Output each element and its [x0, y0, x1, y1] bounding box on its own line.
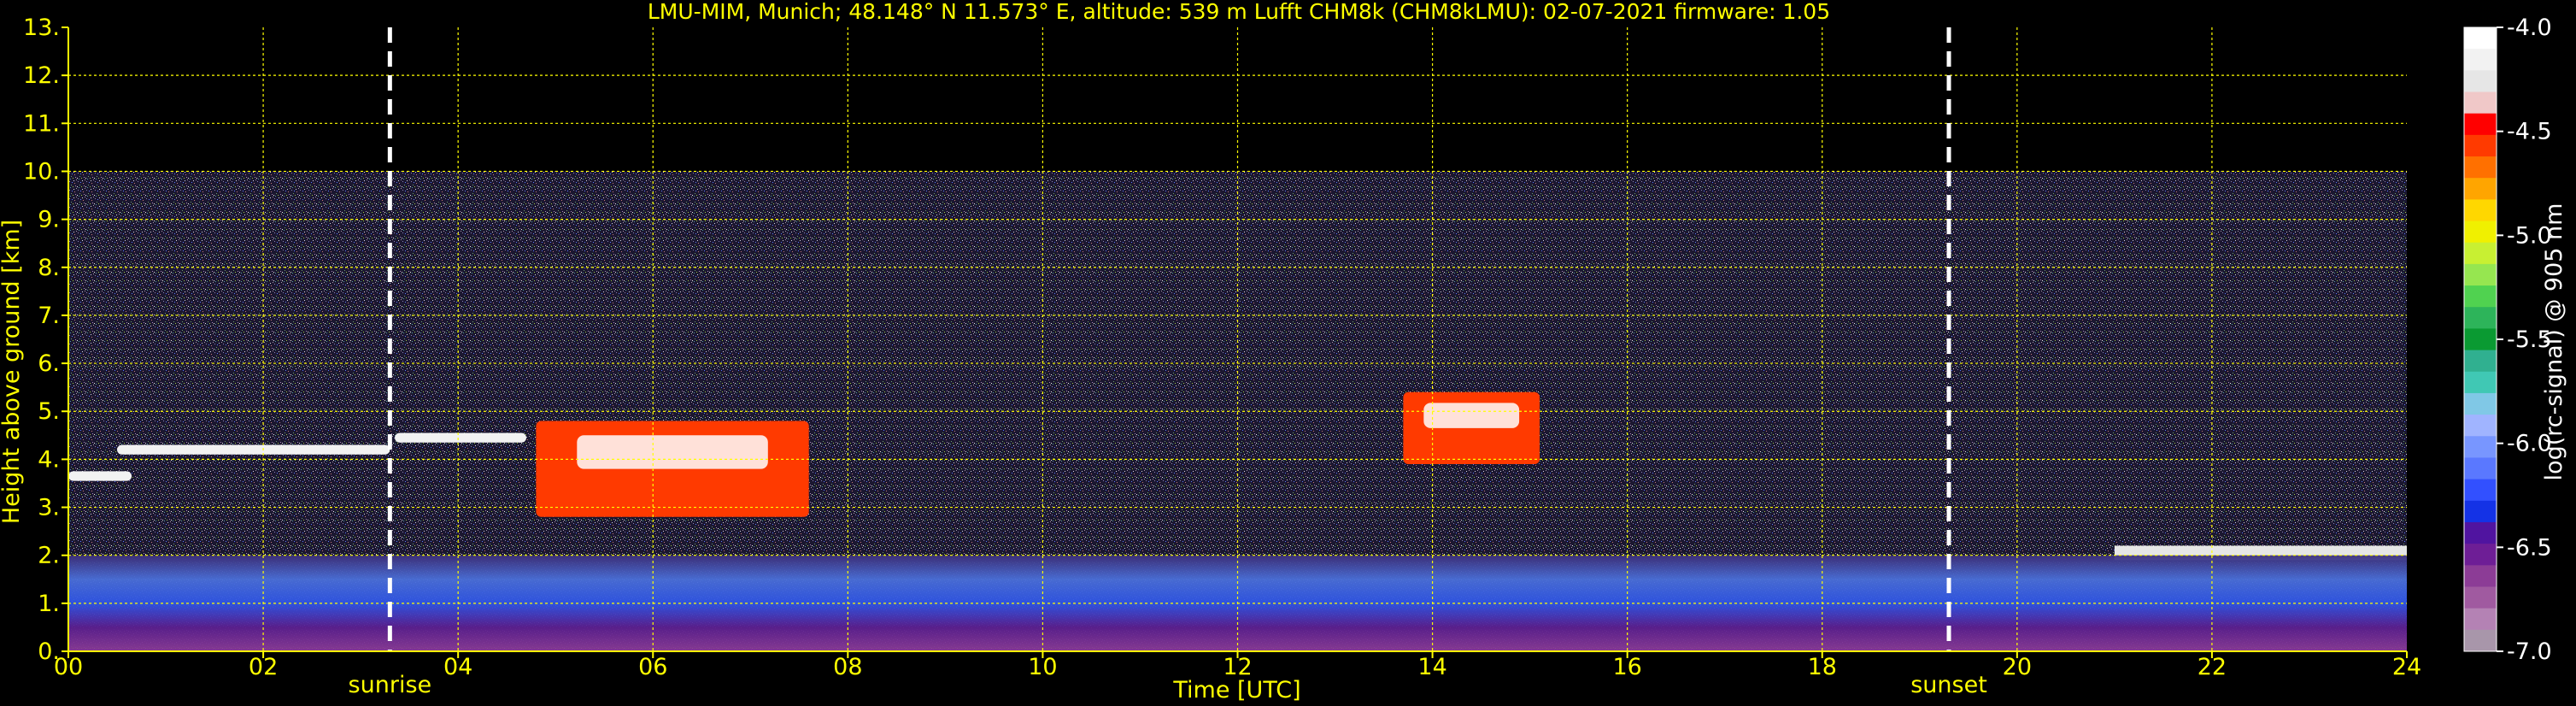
colorbar-segment	[2464, 307, 2497, 329]
x-tick-label: 16	[1612, 654, 1641, 680]
x-tick-label: 06	[638, 654, 667, 680]
x-tick-label: 20	[2003, 654, 2032, 680]
layer-cloud-2	[395, 432, 526, 443]
colorbar-segment	[2464, 199, 2497, 222]
layer-cloud-core-4	[1423, 403, 1520, 428]
y-tick-label: 0.	[38, 638, 60, 665]
ceilometer-chart: sunrise sunset 00 02 04 06 08 10 12 14 16 18 20 22 24…	[0, 0, 2567, 703]
colorbar-segment	[2464, 544, 2497, 566]
colorbar-segment	[2464, 415, 2497, 437]
y-tick-label: 10.	[23, 158, 60, 185]
y-tick-label: 6.	[38, 350, 60, 377]
colorbar-segment	[2464, 350, 2497, 373]
colorbar: -4.0-4.5-5.0-5.5-6.0-6.5-7.0	[2463, 15, 2552, 665]
x-tick-label: 02	[249, 654, 278, 680]
colorbar-segment	[2464, 371, 2497, 394]
y-axis-label: Height above ground [km]	[0, 220, 25, 524]
x-tick-label: 22	[2198, 654, 2227, 680]
marker-label-sunrise: sunrise	[349, 672, 432, 698]
x-tick-label: 18	[1808, 654, 1837, 680]
colorbar-segment	[2464, 328, 2497, 351]
x-tick-label: 04	[443, 654, 472, 680]
colorbar-segment	[2464, 156, 2497, 179]
y-tick-label: 3.	[38, 495, 60, 521]
y-tick-label: 4.	[38, 446, 60, 473]
colorbar-segment	[2464, 113, 2497, 136]
colorbar-segment	[2464, 134, 2497, 157]
y-tick-label: 8.	[38, 255, 60, 281]
colorbar-segment	[2464, 285, 2497, 308]
colorbar-segment	[2464, 608, 2497, 631]
y-tick-label: 9.	[38, 207, 60, 233]
y-tick-label: 12.	[23, 62, 60, 89]
x-tick-label: 08	[833, 654, 862, 680]
colorbar-segment	[2464, 586, 2497, 609]
colorbar-segment	[2464, 221, 2497, 244]
x-tick-label: 24	[2392, 654, 2421, 680]
layer-cloud-1	[117, 444, 390, 455]
colorbar-segment	[2464, 392, 2497, 415]
colorbar-segment	[2464, 49, 2497, 71]
colorbar-label: log(rc-signal) @ 905 nm	[2541, 203, 2567, 481]
colorbar-segment	[2464, 178, 2497, 200]
colorbar-segment	[2464, 436, 2497, 458]
colorbar-tick-label: -4.5	[2507, 119, 2552, 145]
colorbar-segment	[2464, 242, 2497, 265]
y-tick-label: 5.	[38, 398, 60, 425]
colorbar-tick-label: -7.0	[2507, 638, 2552, 665]
colorbar-tick-label: -4.0	[2507, 15, 2552, 41]
colorbar-segment	[2464, 500, 2497, 523]
y-tick-label: 11.	[23, 110, 60, 137]
y-tick-label: 7.	[38, 303, 60, 329]
x-tick-label: 14	[1417, 654, 1446, 680]
layer-cloud-0	[68, 471, 132, 481]
x-axis-label: Time [UTC]	[1172, 677, 1300, 703]
y-tick-label: 13.	[23, 15, 60, 41]
colorbar-tick-label: -6.5	[2507, 534, 2552, 561]
colorbar-segment	[2464, 479, 2497, 502]
colorbar-segment	[2464, 521, 2497, 544]
colorbar-segment	[2464, 565, 2497, 587]
x-tick-label: 10	[1028, 654, 1057, 680]
marker-label-sunset: sunset	[1910, 672, 1987, 698]
y-axis: 0. 1. 2. 3. 4. 5. 6. 7. 8. 9. 10. 11. 12. 13.	[23, 15, 69, 665]
chart-title: LMU-MIM, Munich; 48.148° N 11.573° E, al…	[648, 0, 1830, 24]
layer-cloud-core-3	[577, 435, 768, 469]
colorbar-segment	[2464, 70, 2497, 93]
colorbar-segment	[2464, 91, 2497, 115]
colorbar-segment	[2464, 629, 2497, 652]
y-tick-label: 1.	[38, 591, 60, 617]
colorbar-segment	[2464, 263, 2497, 286]
colorbar-segment	[2464, 27, 2497, 50]
colorbar-segment	[2464, 457, 2497, 480]
y-tick-label: 2.	[38, 543, 60, 569]
